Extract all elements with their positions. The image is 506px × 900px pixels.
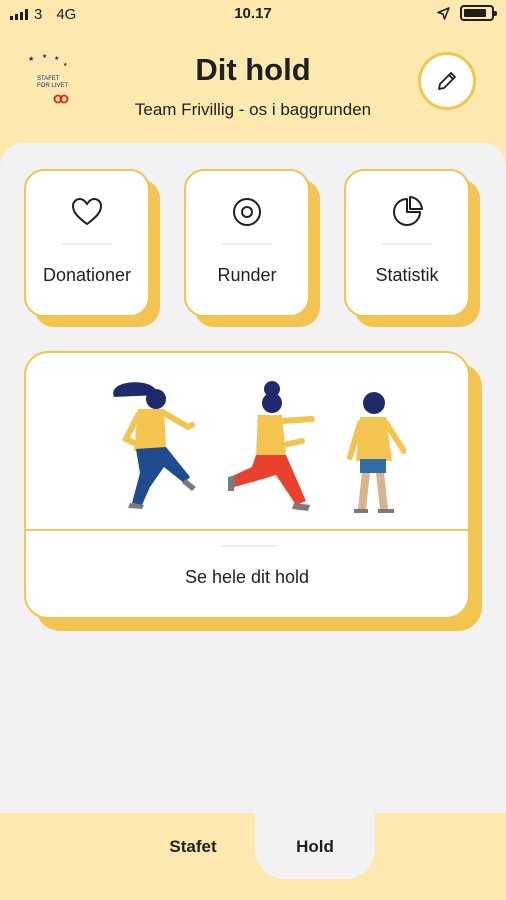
laps-tile[interactable]: Runder bbox=[184, 169, 310, 317]
tile-label-statistics: Statistik bbox=[375, 265, 439, 285]
status-bar: 3 4G 10.17 bbox=[0, 0, 506, 30]
status-right bbox=[437, 5, 497, 21]
tile-divider bbox=[222, 243, 272, 245]
tile-icon-wrap bbox=[186, 195, 308, 229]
statistics-tile[interactable]: Statistik bbox=[344, 169, 470, 317]
tile-icon-wrap bbox=[26, 195, 148, 229]
battery-level bbox=[464, 9, 487, 17]
heart-icon bbox=[71, 197, 103, 226]
target-icon bbox=[233, 198, 261, 226]
location-arrow-icon bbox=[437, 6, 450, 20]
tile-divider bbox=[62, 243, 112, 245]
tab-bar: Stafet Hold bbox=[0, 813, 506, 900]
pie-chart-icon bbox=[393, 196, 423, 226]
person-two-figure bbox=[228, 381, 315, 511]
card-separator bbox=[26, 529, 468, 531]
person-one-figure bbox=[113, 382, 196, 509]
pencil-icon bbox=[438, 72, 456, 90]
tile-label-donations: Donationer bbox=[42, 265, 132, 285]
battery-icon bbox=[460, 5, 497, 21]
tile-icon-wrap bbox=[346, 195, 468, 229]
donations-tile[interactable]: Donationer bbox=[24, 169, 150, 317]
person-three-figure bbox=[347, 392, 406, 513]
tile-label-laps: Runder bbox=[217, 265, 277, 285]
main-content: Donationer Runder Statistik Se hele dit … bbox=[0, 143, 506, 813]
see-whole-team-link[interactable]: Se hele dit hold bbox=[26, 567, 468, 588]
tile-divider bbox=[382, 243, 432, 245]
card-divider bbox=[222, 545, 276, 547]
team-card[interactable]: Se hele dit hold bbox=[24, 351, 470, 619]
edit-button[interactable] bbox=[418, 52, 476, 110]
tab-hold[interactable]: Hold bbox=[255, 813, 375, 879]
walking-people-illustration bbox=[113, 381, 406, 513]
tab-stafet[interactable]: Stafet bbox=[143, 837, 243, 857]
status-time: 10.17 bbox=[234, 5, 272, 22]
